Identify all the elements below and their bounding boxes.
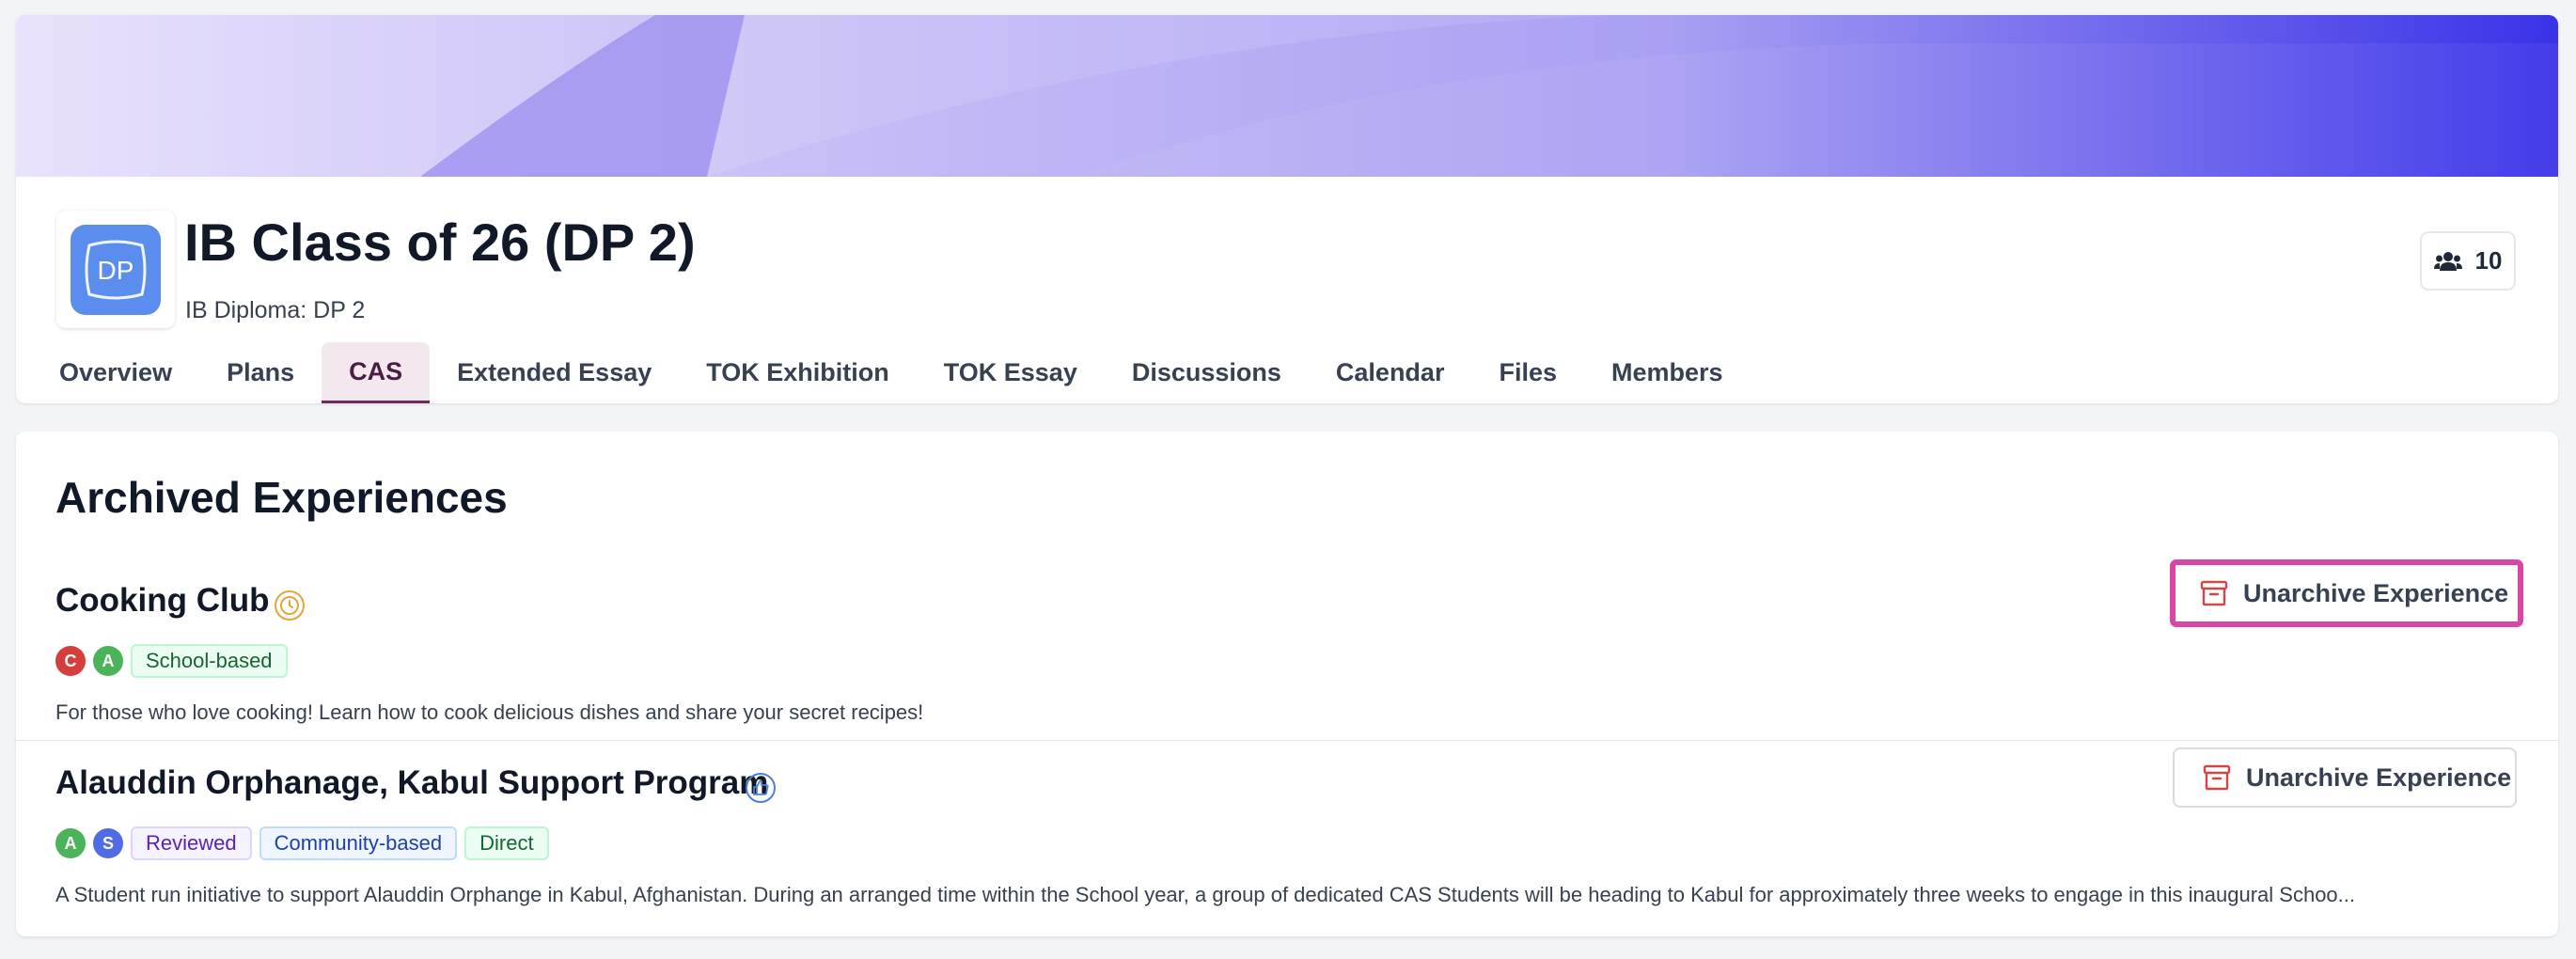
tag-school-based: School-based bbox=[131, 644, 288, 678]
class-title: IB Class of 26 (DP 2) bbox=[184, 212, 696, 272]
archive-box-icon bbox=[2200, 580, 2228, 606]
users-icon bbox=[2433, 251, 2462, 271]
tab-cas[interactable]: CAS bbox=[322, 342, 431, 403]
banner-graphic bbox=[16, 15, 2558, 177]
tab-tok-essay[interactable]: TOK Essay bbox=[917, 342, 1105, 403]
divider bbox=[16, 740, 2558, 741]
class-header-card: DP IB Class of 26 (DP 2) IB Diploma: DP … bbox=[16, 15, 2558, 403]
clock-icon bbox=[274, 590, 306, 621]
tab-overview[interactable]: Overview bbox=[32, 342, 199, 403]
archived-experiences-card: Archived Experiences Cooking Club C A Sc… bbox=[16, 432, 2558, 936]
unarchive-button-label: Unarchive Experience bbox=[2246, 762, 2512, 792]
avatar: S bbox=[93, 828, 123, 858]
members-count-button[interactable]: 10 bbox=[2420, 231, 2516, 291]
dp-logo-icon: DP bbox=[71, 224, 161, 315]
section-title: Archived Experiences bbox=[55, 473, 508, 522]
avatar: C bbox=[55, 646, 86, 676]
experience-description: A Student run initiative to support Alau… bbox=[55, 883, 2355, 906]
tag-community-based: Community-based bbox=[259, 826, 458, 860]
experience-title[interactable]: Alauddin Orphanage, Kabul Support Progra… bbox=[55, 764, 768, 802]
unarchive-experience-button[interactable]: Unarchive Experience bbox=[2173, 747, 2517, 808]
tag-reviewed: Reviewed bbox=[131, 826, 252, 860]
experience-description: For those who love cooking! Learn how to… bbox=[55, 700, 924, 724]
tab-extended-essay[interactable]: Extended Essay bbox=[430, 342, 679, 403]
members-count: 10 bbox=[2474, 246, 2503, 275]
tag-direct: Direct bbox=[464, 826, 549, 860]
experience-title[interactable]: Cooking Club bbox=[55, 582, 269, 620]
avatar: A bbox=[93, 646, 123, 676]
class-tabs: Overview Plans CAS Extended Essay TOK Ex… bbox=[32, 342, 1751, 403]
unarchive-experience-button[interactable]: Unarchive Experience bbox=[2170, 559, 2523, 627]
unarchive-button-label: Unarchive Experience bbox=[2243, 578, 2509, 607]
tab-members[interactable]: Members bbox=[1584, 342, 1751, 403]
tab-tok-exhibition[interactable]: TOK Exhibition bbox=[679, 342, 917, 403]
tab-discussions[interactable]: Discussions bbox=[1105, 342, 1309, 403]
svg-text:DP: DP bbox=[98, 256, 134, 285]
experience-tags: A S Reviewed Community-based Direct bbox=[55, 826, 549, 860]
thumbs-up-icon bbox=[745, 772, 777, 804]
class-subtitle: IB Diploma: DP 2 bbox=[185, 297, 366, 323]
archive-box-icon bbox=[2203, 764, 2231, 791]
header-banner bbox=[16, 15, 2558, 177]
tab-files[interactable]: Files bbox=[1471, 342, 1584, 403]
experience-tags: C A School-based bbox=[55, 644, 288, 678]
class-logo: DP bbox=[56, 211, 175, 328]
avatar: A bbox=[55, 828, 86, 858]
tab-plans[interactable]: Plans bbox=[199, 342, 322, 403]
tab-calendar[interactable]: Calendar bbox=[1309, 342, 1472, 403]
